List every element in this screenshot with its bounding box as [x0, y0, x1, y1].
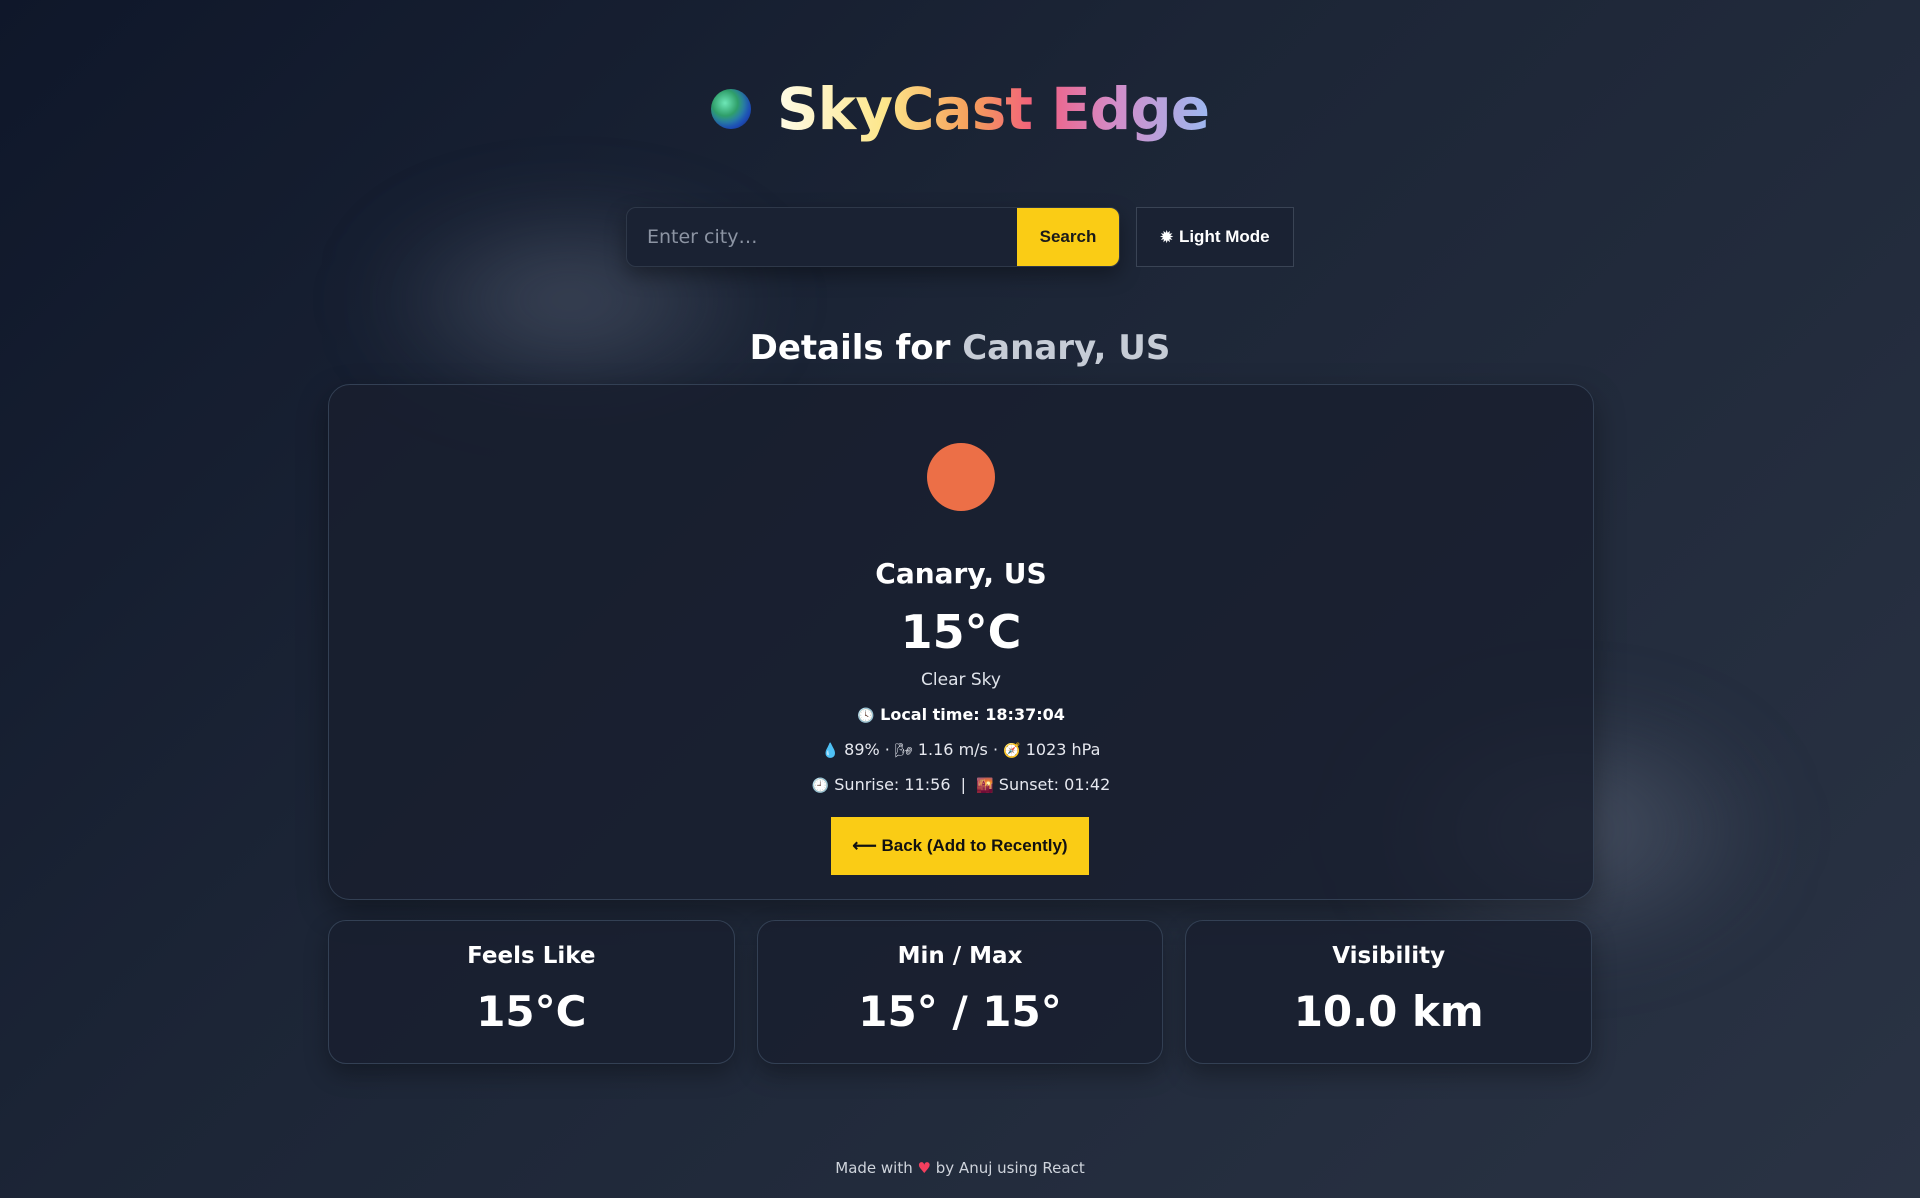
stat-value: 15°C: [476, 987, 587, 1036]
wind-value: 1.16 m/s: [917, 740, 988, 759]
light-mode-button[interactable]: ✹ Light Mode: [1136, 207, 1294, 267]
app-title: SkyCast Edge: [776, 75, 1210, 143]
divider: |: [955, 775, 972, 794]
weather-stats: 💧 89% · 🌬 1.16 m/s · 🧭 1023 hPa: [329, 740, 1593, 759]
wind-icon: 🌬: [894, 743, 913, 759]
stat-label: Min / Max: [897, 943, 1023, 969]
city-search-input[interactable]: [627, 208, 1017, 266]
sun-icon: [927, 443, 995, 511]
stat-label: Feels Like: [467, 943, 596, 969]
weather-temperature: 15°C: [900, 605, 1022, 659]
light-mode-label: Light Mode: [1178, 227, 1270, 246]
app-header: SkyCast Edge: [0, 75, 1920, 143]
gauge-icon: 🧭: [1003, 743, 1021, 759]
back-add-to-recently-button[interactable]: ⟵ Back (Add to Recently): [831, 817, 1089, 875]
stat-label: Visibility: [1332, 943, 1446, 969]
sunrise-text: Sunrise: 11:56: [834, 775, 951, 794]
min-max-card: Min / Max 15° / 15°: [756, 920, 1164, 1064]
droplet-icon: 💧: [821, 743, 840, 759]
search-row: Search ✹ Light Mode: [0, 207, 1920, 267]
humidity-value: 89%: [844, 740, 880, 759]
footer-prefix: Made with: [835, 1159, 913, 1177]
sun-times: 🕘 Sunrise: 11:56 | 🌇 Sunset: 01:42: [329, 775, 1593, 794]
separator: ·: [992, 740, 999, 759]
weather-description: Clear Sky: [921, 670, 1001, 690]
separator: ·: [884, 740, 890, 759]
sunset-icon: 🌇: [976, 778, 994, 794]
clock-icon: 🕓: [857, 708, 875, 724]
local-time: 🕓 Local time: 18:37:04: [329, 705, 1593, 724]
search-box: Search: [626, 207, 1120, 267]
feels-like-card: Feels Like 15°C: [328, 920, 735, 1064]
weather-card: Canary, US 15°C Clear Sky 🕓 Local time: …: [328, 384, 1594, 900]
search-button[interactable]: Search: [1017, 208, 1119, 266]
details-city: Canary, US: [962, 328, 1171, 368]
local-time-text: Local time: 18:37:04: [880, 705, 1065, 724]
sunset-text: Sunset: 01:42: [998, 775, 1111, 794]
heart-icon: ♥: [917, 1159, 931, 1177]
stat-value: 15° / 15°: [858, 987, 1062, 1036]
stats-row: Feels Like 15°C Min / Max 15° / 15° Visi…: [328, 920, 1593, 1064]
details-heading: Details for Canary, US: [0, 328, 1920, 368]
visibility-card: Visibility 10.0 km: [1185, 920, 1593, 1064]
sunrise-icon: 🕘: [811, 778, 830, 794]
pressure-value: 1023 hPa: [1025, 740, 1101, 759]
stat-value: 10.0 km: [1293, 987, 1484, 1036]
weather-city: Canary, US: [875, 557, 1047, 590]
details-prefix: Details for: [749, 328, 951, 368]
footer-suffix: by Anuj using React: [935, 1159, 1085, 1177]
sun-icon: ✹: [1160, 229, 1173, 246]
globe-icon: [710, 89, 751, 129]
footer: Made with ♥ by Anuj using React: [0, 1159, 1920, 1177]
